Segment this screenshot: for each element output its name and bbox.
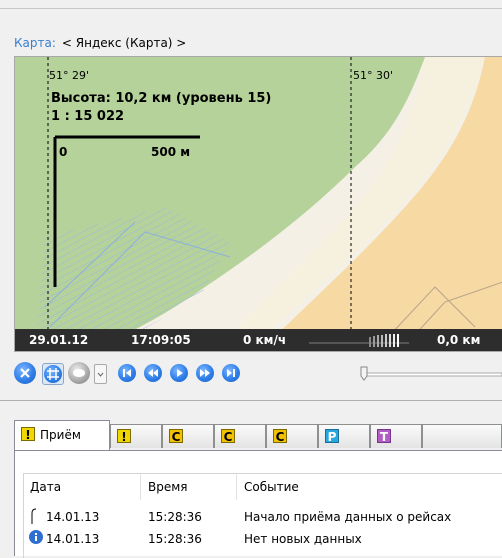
first-icon[interactable] (118, 364, 136, 382)
dropdown-icon[interactable] (94, 364, 107, 384)
map-label: Карта: (14, 36, 56, 50)
c-icon: C (169, 429, 183, 444)
warning-icon: ! (117, 429, 131, 444)
tab-reception[interactable]: ! Приём (14, 420, 110, 450)
tab-c1[interactable]: C (162, 424, 214, 448)
events-table: Дата Время Событие 14.01.13 15:28:36 Нач… (23, 473, 502, 558)
map-view[interactable]: 51° 29' 51° 30' Высота: 10,2 км (уровень… (14, 56, 502, 352)
layers-icon[interactable] (68, 362, 90, 384)
tab-label: Приём (40, 428, 81, 442)
latitude-right: 51° 30' (353, 69, 394, 82)
column-event[interactable]: Событие (244, 474, 299, 500)
map-header: Карта: < Яндекс (Карта) > (14, 36, 186, 50)
map-toolbar (14, 362, 502, 388)
section-divider (0, 400, 502, 401)
close-icon[interactable] (14, 362, 36, 384)
scale-ratio: 1 : 15 022 (51, 109, 125, 124)
tab-warnings[interactable]: ! (110, 424, 162, 448)
column-divider (140, 474, 141, 500)
play-icon[interactable] (170, 364, 188, 382)
row-event: Начало приёма данных о рейсах (244, 510, 452, 524)
row-time: 15:28:36 (148, 510, 202, 524)
status-time: 17:09:05 (131, 333, 191, 347)
forward-icon[interactable] (196, 364, 214, 382)
column-time[interactable]: Время (148, 474, 188, 500)
c-icon: C (273, 429, 287, 444)
grid-toggle-button[interactable] (42, 363, 64, 385)
row-event: Нет новых данных (244, 532, 362, 546)
map-source-selector[interactable]: < Яндекс (Карта) > (62, 36, 186, 50)
row-time: 15:28:36 (148, 532, 202, 546)
info-icon (29, 530, 43, 544)
scalebar-zero: 0 (59, 145, 68, 159)
tab-parking[interactable]: P (318, 424, 370, 448)
event-tabs: ! Приём ! C C C P T (14, 420, 502, 450)
fuel-icon: T (377, 429, 391, 444)
tab-more[interactable] (422, 424, 502, 448)
row-date: 14.01.13 (46, 532, 100, 546)
map-status-bar: 29.01.12 17:09:05 0 км/ч 0,0 км (15, 329, 502, 351)
grid-icon (44, 365, 62, 383)
tab-fuel[interactable]: T (370, 424, 422, 448)
status-date: 29.01.12 (29, 333, 89, 347)
slider-thumb[interactable] (360, 366, 368, 381)
column-divider (236, 474, 237, 500)
last-icon[interactable] (222, 364, 240, 382)
parking-icon: P (325, 429, 339, 444)
scalebar-distance: 500 м (151, 145, 191, 159)
column-date[interactable]: Дата (30, 474, 61, 500)
bracket-icon (31, 508, 37, 524)
tab-c3[interactable]: C (266, 424, 318, 448)
status-distance: 0,0 км (437, 333, 481, 347)
tab-c2[interactable]: C (214, 424, 266, 448)
events-panel: Дата Время Событие 14.01.13 15:28:36 Нач… (14, 450, 502, 558)
row-date: 14.01.13 (46, 510, 100, 524)
top-divider (0, 8, 502, 9)
status-speed: 0 км/ч (243, 333, 287, 347)
c-icon: C (221, 429, 235, 444)
rewind-icon[interactable] (144, 364, 162, 382)
timeline-slider[interactable] (360, 366, 502, 382)
latitude-left: 51° 29' (49, 69, 90, 82)
warning-icon: ! (21, 427, 35, 442)
speed-meter-icon (309, 334, 409, 347)
altitude-readout: Высота: 10,2 км (уровень 15) (51, 91, 272, 106)
